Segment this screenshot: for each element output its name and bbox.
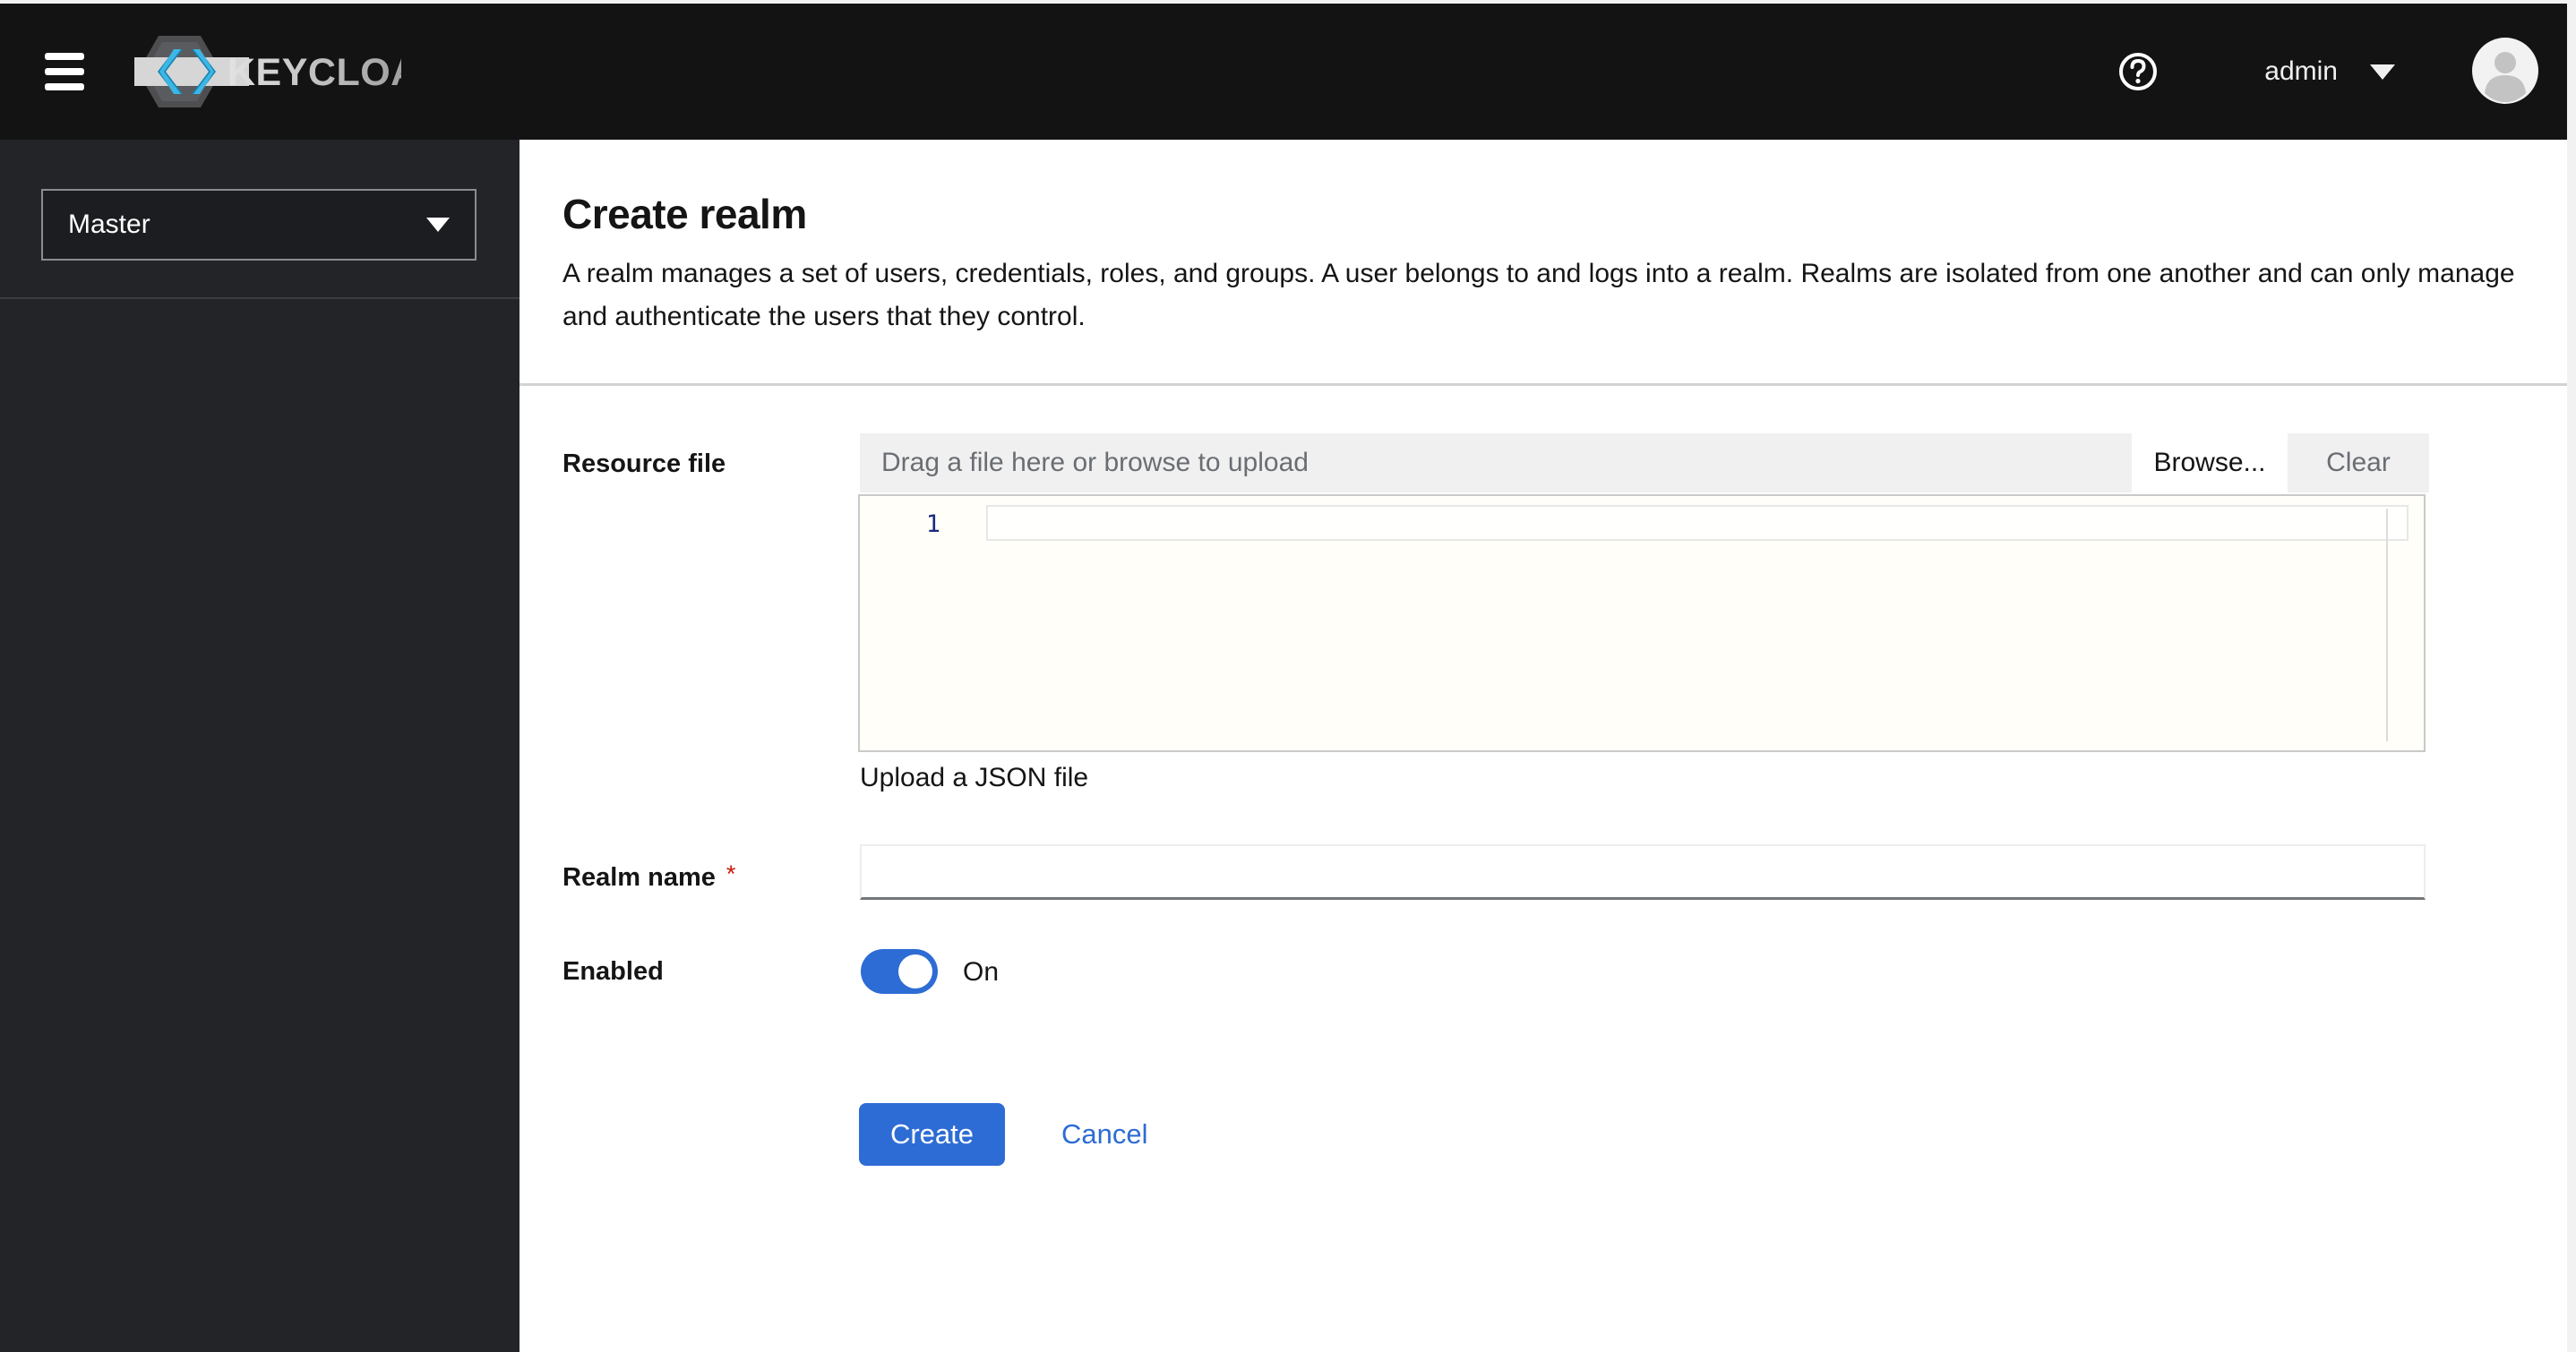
page-title: Create realm [562,191,807,237]
hamburger-menu-icon[interactable] [45,53,84,90]
brand-text: KEYCLOAK [228,51,401,94]
resource-file-label: Resource file [562,449,726,478]
enabled-toggle[interactable] [861,949,938,994]
current-realm-label: Master [68,210,150,239]
json-code-editor[interactable]: 1 [858,494,2426,752]
browse-button[interactable]: Browse... [2132,433,2288,492]
help-button[interactable] [2117,51,2159,92]
main-content: Create realm A realm manages a set of us… [519,140,2567,1352]
window-top-edge [0,0,2576,4]
avatar-icon [2472,37,2538,104]
question-circle-icon [2119,53,2158,90]
enabled-label: Enabled [562,957,664,986]
avatar-button[interactable] [2472,37,2538,107]
keycloak-logo-icon: KEYCLOAK [134,36,401,107]
realm-name-input[interactable] [860,844,2426,900]
scrollbar-track[interactable] [2567,0,2576,1352]
chevron-down-icon [2370,64,2395,80]
clear-button[interactable]: Clear [2288,433,2429,492]
file-upload-bar: Drag a file here or browse to upload Bro… [860,433,2429,492]
editor-ruler [2386,509,2388,741]
cancel-link[interactable]: Cancel [1061,1118,1148,1151]
username-label: admin [2264,56,2338,86]
content-divider [519,383,2567,386]
toggle-knob [898,954,932,988]
user-menu-button[interactable]: admin [2264,56,2395,87]
editor-active-line [986,505,2409,541]
masthead: KEYCLOAK admin [0,4,2567,140]
toggle-state-label: On [963,957,1000,987]
sidebar: Master [0,140,519,1352]
sidebar-divider [0,297,519,299]
masthead-right-group: admin [2117,37,2567,107]
realm-name-label: Realm name * [562,860,736,892]
editor-line-number: 1 [925,510,940,538]
keycloak-logo[interactable]: KEYCLOAK [133,33,401,110]
page-description: A realm manages a set of users, credenti… [562,259,2515,331]
required-asterisk: * [726,860,736,887]
create-button[interactable]: Create [859,1103,1005,1166]
upload-helper-text: Upload a JSON file [860,763,1089,792]
chevron-down-icon [426,218,450,232]
realm-selector-dropdown[interactable]: Master [41,189,477,261]
file-dropzone[interactable]: Drag a file here or browse to upload [860,433,2132,492]
